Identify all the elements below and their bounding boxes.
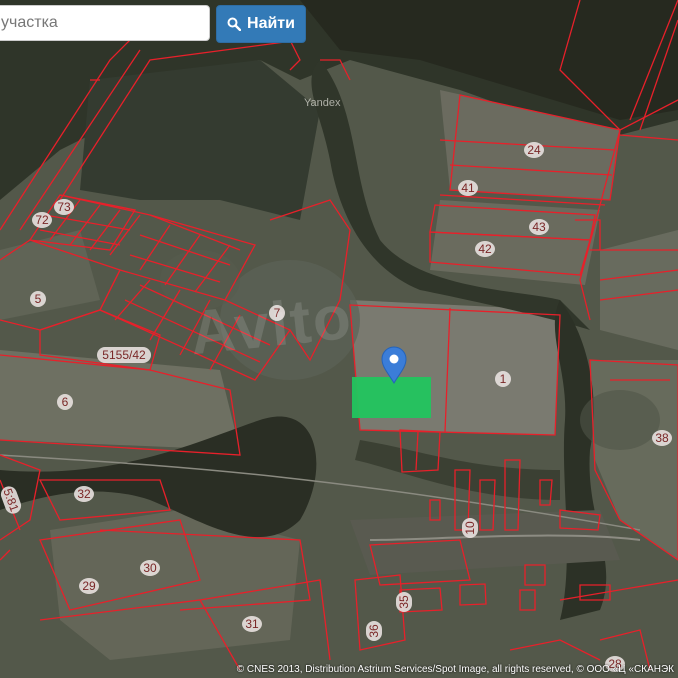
search-button[interactable]: Найти bbox=[216, 5, 306, 43]
parcel-label: 5 bbox=[30, 291, 46, 307]
svg-text:10: 10 bbox=[463, 521, 477, 535]
map-provider-label: Yandex bbox=[304, 97, 341, 109]
parcel-label: 43 bbox=[529, 219, 549, 235]
parcel-label: 41 bbox=[458, 180, 478, 196]
parcel-label: 5155/42 bbox=[97, 347, 151, 363]
svg-text:35: 35 bbox=[397, 595, 411, 609]
svg-text:30: 30 bbox=[143, 561, 157, 575]
svg-text:41: 41 bbox=[461, 181, 475, 195]
parcel-label: 73 bbox=[54, 199, 74, 215]
parcel-label: 30 bbox=[140, 560, 160, 576]
map-attribution: © CNES 2013, Distribution Astrium Servic… bbox=[236, 664, 674, 675]
selected-plot[interactable] bbox=[352, 377, 431, 418]
svg-text:36: 36 bbox=[367, 624, 381, 638]
svg-text:38: 38 bbox=[655, 431, 669, 445]
parcel-label: 72 bbox=[32, 212, 52, 228]
svg-text:24: 24 bbox=[527, 143, 541, 157]
parcel-label: 29 bbox=[79, 578, 99, 594]
svg-text:43: 43 bbox=[532, 220, 546, 234]
parcel-label: 42 bbox=[475, 241, 495, 257]
svg-text:32: 32 bbox=[77, 487, 91, 501]
svg-text:72: 72 bbox=[35, 213, 49, 227]
parcel-label: 24 bbox=[524, 142, 544, 158]
parcel-label: 10 bbox=[462, 518, 478, 538]
svg-text:42: 42 bbox=[478, 242, 492, 256]
svg-text:5155/42: 5155/42 bbox=[102, 348, 146, 362]
svg-text:5: 5 bbox=[35, 292, 42, 306]
search-input[interactable] bbox=[0, 5, 210, 41]
parcel-label: 38 bbox=[652, 430, 672, 446]
svg-text:31: 31 bbox=[245, 617, 259, 631]
svg-text:6: 6 bbox=[62, 395, 69, 409]
svg-text:29: 29 bbox=[82, 579, 96, 593]
parcel-label: 32 bbox=[74, 486, 94, 502]
parcel-label: 1 bbox=[495, 371, 511, 387]
parcel-label: 6 bbox=[57, 394, 73, 410]
svg-text:73: 73 bbox=[57, 200, 71, 214]
search-icon bbox=[227, 17, 242, 31]
parcel-label: 35 bbox=[396, 592, 412, 612]
parcel-label: 36 bbox=[366, 621, 382, 641]
parcel-label: 31 bbox=[242, 616, 262, 632]
svg-text:1: 1 bbox=[500, 372, 507, 386]
search-button-label: Найти bbox=[247, 15, 295, 32]
